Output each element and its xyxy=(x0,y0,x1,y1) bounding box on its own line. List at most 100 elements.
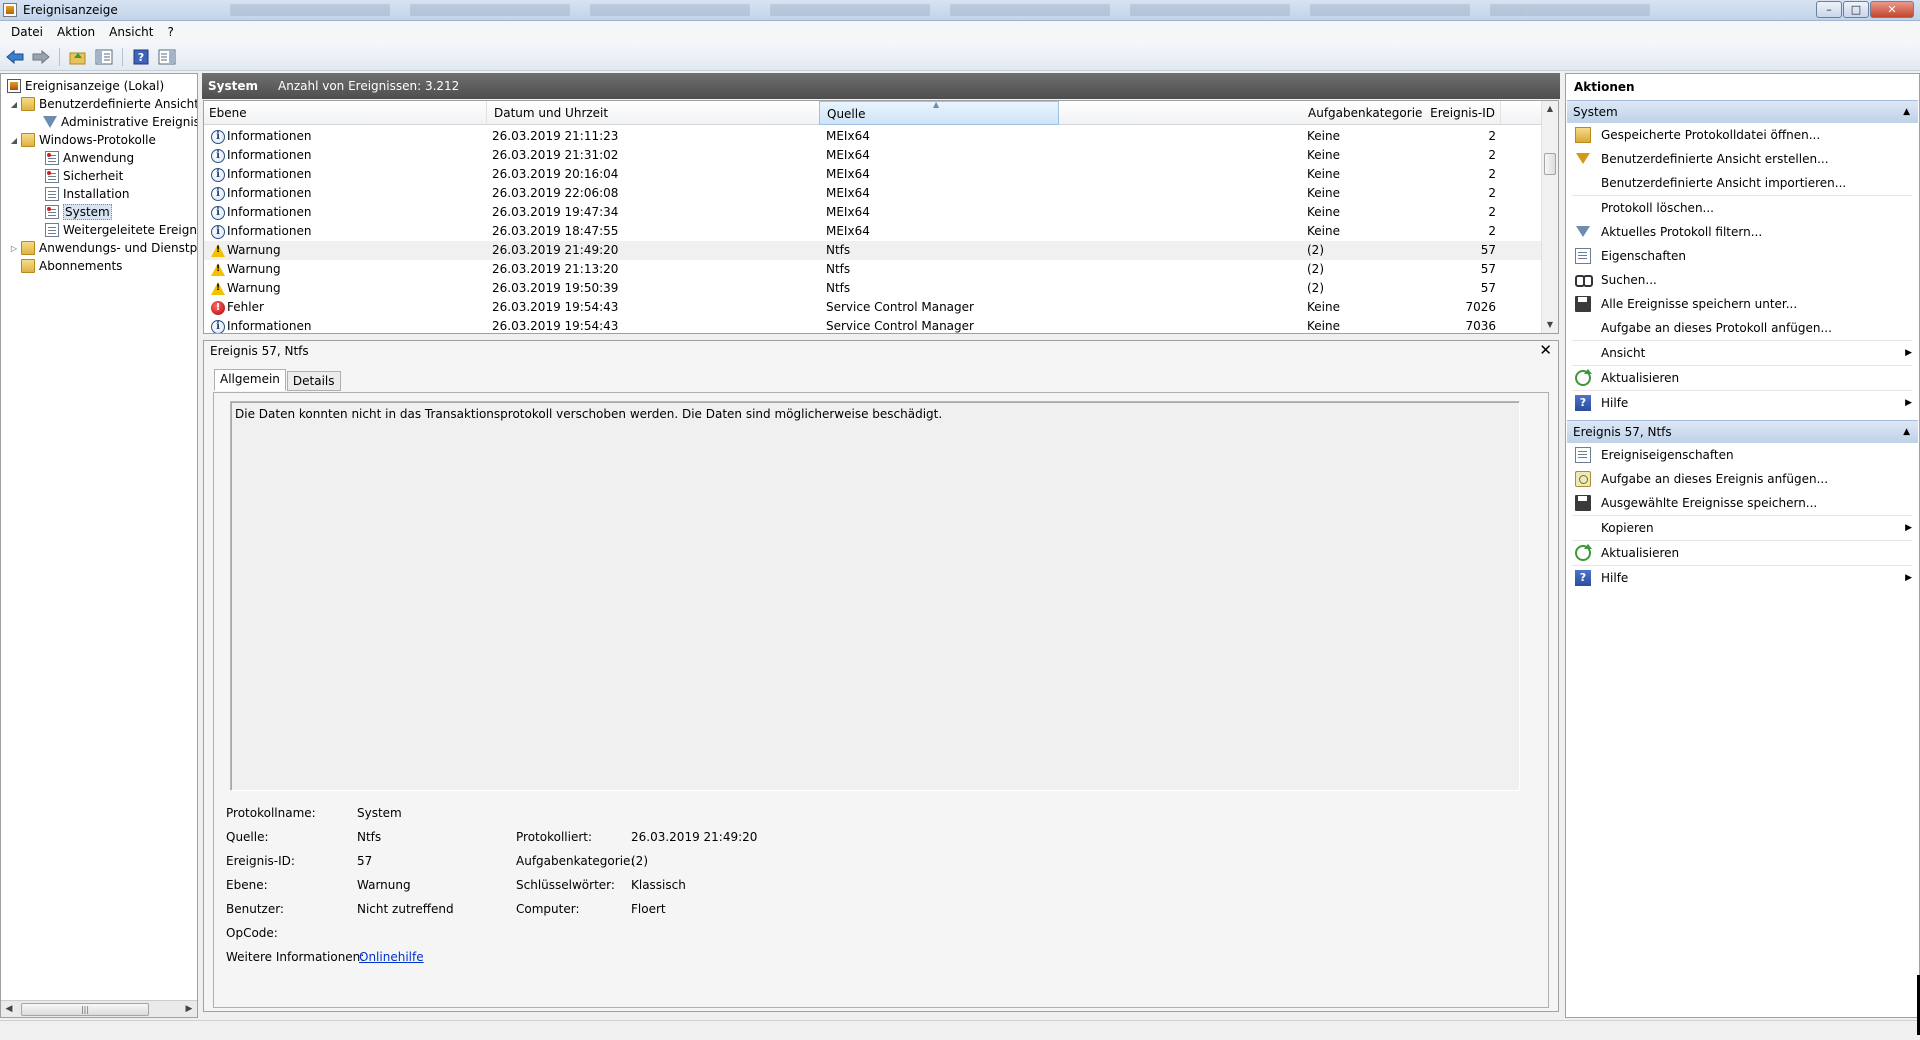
table-row[interactable]: i Informationen 26.03.2019 22:06:08 MEIx64 2… xyxy=(204,184,1542,203)
tree-item-setup[interactable]: Installation xyxy=(43,185,129,203)
log-name: System xyxy=(208,79,258,93)
cell-level: Informationen xyxy=(227,186,312,200)
action-copy[interactable]: Kopieren ▶ xyxy=(1567,516,1918,540)
cell-task-category: Keine xyxy=(1307,319,1340,333)
action-view[interactable]: Ansicht ▶ xyxy=(1567,341,1918,365)
action-open-saved-log[interactable]: Gespeicherte Protokolldatei öffnen... xyxy=(1567,123,1918,147)
scroll-thumb[interactable]: ||| xyxy=(21,1002,149,1016)
action-event-properties[interactable]: Ereigniseigenschaften xyxy=(1567,443,1918,467)
table-row[interactable]: i Informationen 26.03.2019 20:16:04 MEIx64 2… xyxy=(204,165,1542,184)
tree-item-system[interactable]: System xyxy=(43,203,112,221)
action-filter-log[interactable]: Aktuelles Protokoll filtern... xyxy=(1567,220,1918,244)
general-tab-content: Die Daten konnten nicht in das Transakti… xyxy=(213,392,1549,1008)
cell-datetime: 26.03.2019 19:54:43 xyxy=(492,300,619,314)
menu-help[interactable]: ? xyxy=(160,25,180,39)
scroll-down-icon[interactable]: ▼ xyxy=(1542,317,1558,333)
tree-item-admin-events[interactable]: Administrative Ereignisse xyxy=(41,113,197,131)
up-folder-icon[interactable] xyxy=(67,46,89,68)
action-find[interactable]: Suchen... xyxy=(1567,268,1918,292)
tab-general[interactable]: Allgemein xyxy=(214,369,286,391)
tree-item-security[interactable]: Sicherheit xyxy=(43,167,123,185)
log-icon xyxy=(45,223,59,237)
table-row[interactable]: Warnung 26.03.2019 19:50:39 Ntfs 57 (2) xyxy=(204,279,1542,298)
tree-item-custom-views[interactable]: ◢ Benutzerdefinierte Ansichten xyxy=(9,95,197,113)
column-task-category[interactable]: Aufgabenkategorie xyxy=(1301,101,1542,125)
tree-item-forwarded-events[interactable]: Weitergeleitete Ereignisse xyxy=(43,221,197,239)
scroll-left-icon[interactable]: ◀ xyxy=(1,1004,17,1014)
cell-datetime: 26.03.2019 18:47:55 xyxy=(492,224,619,238)
table-vertical-scrollbar[interactable]: ▲ ▼ xyxy=(1541,101,1558,333)
table-row[interactable]: i Informationen 26.03.2019 19:54:43 Service… xyxy=(204,317,1542,333)
column-source[interactable]: ▲ Quelle xyxy=(819,101,1059,125)
action-event-refresh[interactable]: Aktualisieren xyxy=(1567,541,1918,565)
table-row[interactable]: i Informationen 26.03.2019 18:47:55 MEIx64 2… xyxy=(204,222,1542,241)
tree-item-application[interactable]: Anwendung xyxy=(43,149,134,167)
online-help-link[interactable]: Onlinehilfe xyxy=(359,950,424,964)
expand-arrow-icon[interactable]: ◢ xyxy=(9,136,19,145)
back-icon[interactable] xyxy=(4,46,26,68)
table-row[interactable]: Warnung 26.03.2019 21:13:20 Ntfs 57 (2) xyxy=(204,260,1542,279)
maximize-button[interactable]: □ xyxy=(1843,1,1869,18)
action-attach-task-to-event[interactable]: Aufgabe an dieses Ereignis anfügen... xyxy=(1567,467,1918,491)
collapse-icon[interactable]: ▲ xyxy=(1903,101,1910,123)
expand-arrow-icon[interactable]: ◢ xyxy=(9,100,19,109)
table-row[interactable]: i Informationen 26.03.2019 19:47:34 MEIx64 2… xyxy=(204,203,1542,222)
action-save-selected-events[interactable]: Ausgewählte Ereignisse speichern... xyxy=(1567,491,1918,515)
value-user: Nicht zutreffend xyxy=(357,902,454,916)
forward-icon[interactable] xyxy=(30,46,52,68)
label-keywords: Schlüsselwörter: xyxy=(516,878,615,892)
action-properties[interactable]: Eigenschaften xyxy=(1567,244,1918,268)
warning-icon xyxy=(211,244,225,257)
menu-aktion[interactable]: Aktion xyxy=(50,25,102,39)
action-attach-task-to-log[interactable]: Aufgabe an dieses Protokoll anfügen... xyxy=(1567,316,1918,340)
action-event-help[interactable]: ? Hilfe ▶ xyxy=(1567,566,1918,590)
label-log-name: Protokollname: xyxy=(226,806,316,820)
action-refresh[interactable]: Aktualisieren xyxy=(1567,366,1918,390)
menu-ansicht[interactable]: Ansicht xyxy=(102,25,160,39)
cell-level: Warnung xyxy=(227,262,281,276)
cell-source: MEIx64 xyxy=(826,148,870,162)
binoculars-icon xyxy=(1575,272,1593,288)
section-system[interactable]: System ▲ xyxy=(1567,100,1918,123)
scroll-up-icon[interactable]: ▲ xyxy=(1542,101,1558,117)
table-row[interactable]: i Informationen 26.03.2019 21:31:02 MEIx64 2… xyxy=(204,146,1542,165)
close-detail-icon[interactable]: ✕ xyxy=(1539,341,1552,359)
table-header: Ebene Datum und Uhrzeit ▲ Quelle Ereigni… xyxy=(204,101,1542,125)
tree-item-apps-services[interactable]: ▷ Anwendungs- und Dienstprotokolle xyxy=(9,239,197,257)
minimize-button[interactable]: – xyxy=(1816,1,1842,18)
tree-item-windows-logs[interactable]: ◢ Windows-Protokolle xyxy=(9,131,156,149)
properties-icon xyxy=(1575,248,1591,264)
event-message[interactable]: Die Daten konnten nicht in das Transakti… xyxy=(230,401,1520,791)
scroll-right-icon[interactable]: ▶ xyxy=(181,1004,197,1014)
action-help[interactable]: ? Hilfe ▶ xyxy=(1567,391,1918,415)
table-row[interactable]: ! Fehler 26.03.2019 19:54:43 Service Contro… xyxy=(204,298,1542,317)
filter-icon xyxy=(1575,151,1591,167)
close-button[interactable]: ✕ xyxy=(1870,1,1914,18)
collapse-icon[interactable]: ▲ xyxy=(1903,421,1910,443)
value-level: Warnung xyxy=(357,878,411,892)
scroll-thumb[interactable] xyxy=(1544,153,1556,175)
tree-item-subscriptions[interactable]: Abonnements xyxy=(19,257,122,275)
tree-item-root[interactable]: Ereignisanzeige (Lokal) xyxy=(5,77,164,95)
cell-datetime: 26.03.2019 20:16:04 xyxy=(492,167,619,181)
warning-icon xyxy=(211,263,225,276)
action-clear-log[interactable]: Protokoll löschen... xyxy=(1567,196,1918,220)
table-row[interactable]: i Informationen 26.03.2019 21:11:23 MEIx64 2… xyxy=(204,127,1542,146)
cell-event-id: 2 xyxy=(1488,148,1496,162)
info-icon: i xyxy=(211,320,225,333)
action-import-custom-view[interactable]: Benutzerdefinierte Ansicht importieren..… xyxy=(1567,171,1918,195)
column-level[interactable]: Ebene xyxy=(204,101,487,125)
collapsed-arrow-icon[interactable]: ▷ xyxy=(9,244,19,253)
table-row[interactable]: Warnung 26.03.2019 21:49:20 Ntfs 57 (2) xyxy=(204,241,1542,260)
show-hide-tree-icon[interactable] xyxy=(93,46,115,68)
show-hide-actions-icon[interactable] xyxy=(156,46,178,68)
help-icon[interactable]: ? xyxy=(130,46,152,68)
section-event[interactable]: Ereignis 57, Ntfs ▲ xyxy=(1567,420,1918,443)
action-create-custom-view[interactable]: Benutzerdefinierte Ansicht erstellen... xyxy=(1567,147,1918,171)
column-datetime[interactable]: Datum und Uhrzeit xyxy=(487,101,820,125)
detail-title: Ereignis 57, Ntfs xyxy=(210,344,309,358)
action-save-all-events[interactable]: Alle Ereignisse speichern unter... xyxy=(1567,292,1918,316)
tab-details[interactable]: Details xyxy=(286,371,341,391)
menu-datei[interactable]: Datei xyxy=(4,25,50,39)
tree-horizontal-scrollbar[interactable]: ◀ ||| ▶ xyxy=(1,1000,197,1017)
